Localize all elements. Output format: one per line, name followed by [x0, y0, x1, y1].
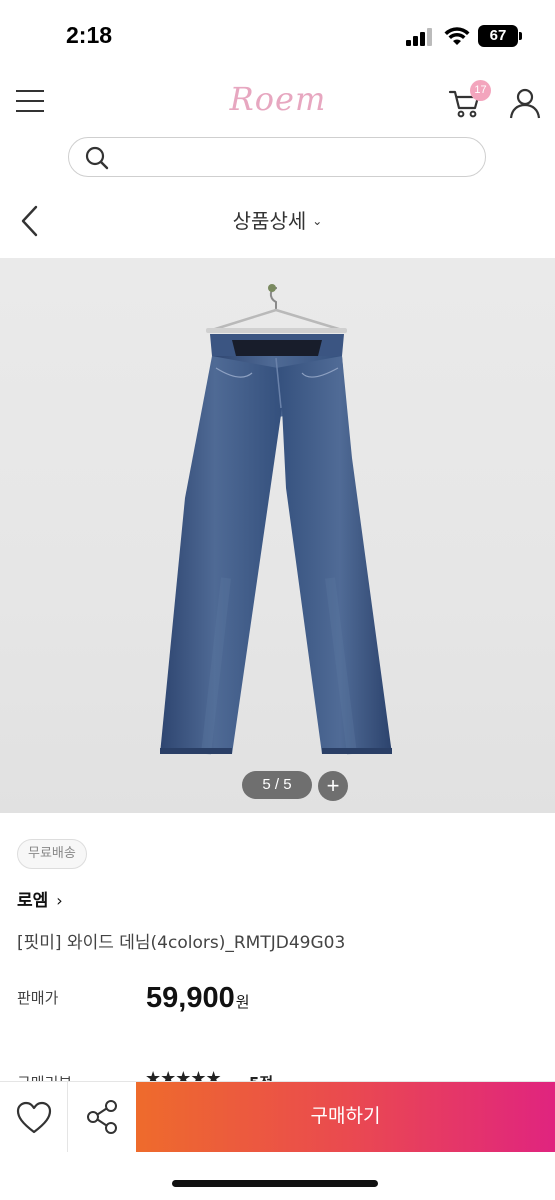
status-bar: 2:18 67 [0, 0, 555, 72]
share-button[interactable] [69, 1082, 135, 1152]
share-icon [87, 1100, 117, 1134]
brand-logo[interactable]: Roem [210, 80, 346, 124]
home-indicator[interactable] [172, 1180, 378, 1187]
status-time: 2:18 [66, 22, 113, 48]
search-input[interactable] [119, 143, 469, 171]
brand-name: 로엠 [17, 891, 49, 911]
chevron-right-icon: › [56, 891, 63, 910]
image-page-indicator: 5 / 5 [242, 771, 312, 799]
zoom-plus-button[interactable]: + [318, 771, 348, 801]
chevron-down-icon: ⌄ [312, 214, 323, 228]
back-icon[interactable] [18, 204, 42, 238]
battery-tip [519, 32, 522, 40]
price: 59,900원 [146, 978, 250, 1018]
cart-count-badge: 17 [470, 80, 491, 101]
free-shipping-badge: 무료배송 [17, 839, 87, 869]
jeans-illustration [160, 284, 392, 755]
wishlist-button[interactable] [0, 1082, 68, 1152]
brand-link[interactable]: 로엠 › [17, 887, 63, 915]
user-icon[interactable] [508, 86, 542, 120]
search-box[interactable] [68, 137, 486, 177]
price-unit: 원 [235, 993, 250, 1011]
battery-icon: 67 [478, 25, 518, 47]
product-name: [핏미] 와이드 데님(4colors)_RMTJD49G03 [17, 933, 346, 953]
search-icon[interactable] [85, 146, 109, 170]
buy-now-button[interactable]: 구매하기 [136, 1082, 555, 1152]
heart-icon [16, 1101, 52, 1134]
product-image[interactable] [0, 258, 555, 813]
page-title-dropdown[interactable]: 상품상세 ⌄ [200, 205, 355, 235]
signal-icon [406, 28, 434, 46]
price-value: 59,900 [146, 982, 235, 1014]
wifi-icon [444, 25, 470, 47]
menu-icon[interactable] [16, 88, 46, 114]
price-label: 판매가 [17, 989, 59, 1007]
page-title: 상품상세 [232, 209, 307, 233]
